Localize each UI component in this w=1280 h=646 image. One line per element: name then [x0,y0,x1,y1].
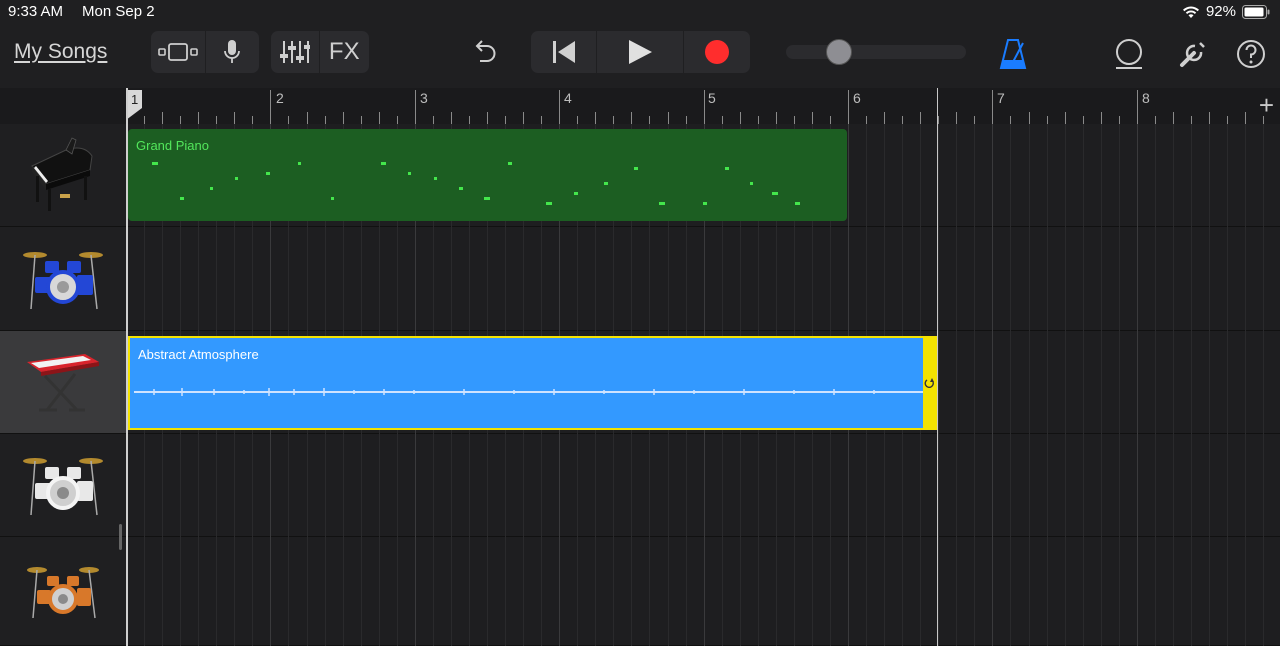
midi-note [508,162,512,165]
midi-note [408,172,411,175]
status-bar: 9:33 AM Mon Sep 2 92% [0,0,1280,24]
status-time: 9:33 AM [8,3,64,20]
ruler-ticks [126,90,1264,124]
keyboard-red-icon [27,354,99,412]
track-header-grand-piano[interactable] [0,124,126,227]
grand-piano-icon [31,137,93,211]
midi-note [659,202,665,205]
midi-note [484,197,490,200]
bar-number: 3 [420,90,428,106]
midi-note [574,192,578,195]
loop-arrow-icon [924,378,934,388]
help-button[interactable] [1234,36,1268,72]
add-track-button[interactable]: + [1259,92,1274,118]
region-grand-piano[interactable]: Grand Piano [128,129,847,221]
mixer-icon [279,41,310,63]
bar-number: 2 [276,90,284,106]
microphone-icon [224,40,241,63]
undo-icon [475,40,496,62]
track-header-drums-blue[interactable] [0,227,126,331]
track-resize-handle[interactable] [119,524,122,550]
my-songs-button[interactable]: My Songs [14,40,107,64]
midi-note [703,202,707,205]
midi-note [795,202,800,205]
track-header-drums-white[interactable] [0,434,126,537]
undo-button[interactable] [466,36,504,68]
rewind-icon [552,41,575,63]
midi-note [434,177,437,180]
midi-note [604,182,608,185]
settings-wrench-icon [1180,42,1205,67]
record-button[interactable] [684,31,750,73]
master-volume-slider[interactable] [786,39,966,65]
midi-note [381,162,386,165]
midi-note [634,167,638,170]
fx-label: FX [328,38,360,65]
bar-number: 7 [997,90,1005,106]
midi-note [152,162,158,165]
bar-number: 1 [131,92,139,107]
bar-ruler[interactable]: 1 2 3 4 5 6 7 8 + [126,88,1280,125]
bar-number: 6 [853,90,861,106]
song-start-line [126,88,128,646]
ruler-spacer [0,88,126,124]
record-icon [704,40,729,64]
midi-note [725,167,729,170]
control-bar: My Songs FX [0,24,1280,88]
audio-waveform [134,388,924,396]
help-icon [1237,40,1265,68]
view-group [151,31,259,73]
metronome-button[interactable] [996,36,1030,72]
midi-note [266,172,270,175]
play-button[interactable] [597,31,684,73]
volume-slider-knob[interactable] [826,39,853,65]
play-icon [629,40,652,64]
transport-group [531,31,750,73]
midi-note [546,202,552,205]
region-label: Grand Piano [136,138,209,153]
loop-icon [1116,39,1142,69]
loop-handle[interactable] [923,336,937,430]
track-header-drums-orange[interactable] [0,537,126,646]
track-lane-drums-white[interactable] [126,434,1280,537]
track-header-keyboard[interactable] [0,331,126,434]
metronome-icon [999,39,1027,69]
playhead-line[interactable] [937,88,938,646]
bar-number: 4 [564,90,572,106]
battery-icon [1242,4,1270,19]
midi-note [180,197,184,200]
browser-icon [157,43,198,61]
mixer-button[interactable] [271,31,320,73]
drum-kit-white-icon [23,458,103,516]
fx-button[interactable]: FX [320,31,369,73]
midi-note [298,162,301,165]
status-date: Mon Sep 2 [82,3,155,20]
battery-percent: 92% [1205,3,1236,20]
loops-button[interactable] [1112,36,1146,72]
region-label: Abstract Atmosphere [138,347,259,362]
midi-note [210,187,213,190]
track-lane-drums-orange[interactable] [126,537,1280,646]
bar-number: 5 [708,90,716,106]
midi-note [331,197,334,200]
region-abstract-atmosphere[interactable]: Abstract Atmosphere [128,336,937,430]
drum-kit-blue-icon [23,251,103,309]
status-right: 92% [1182,3,1270,20]
midi-note [235,177,238,180]
midi-note [772,192,778,195]
mix-group: FX [271,31,369,73]
track-lane-drums-blue[interactable] [126,227,1280,331]
rewind-button[interactable] [531,31,598,73]
browser-button[interactable] [151,31,206,73]
midi-note [459,187,463,190]
bar-number: 8 [1142,90,1150,106]
drum-kit-orange-icon [27,567,99,619]
wifi-icon [1182,6,1199,18]
smart-controls-button[interactable] [206,31,260,73]
settings-button[interactable] [1176,36,1210,72]
midi-note [750,182,753,185]
